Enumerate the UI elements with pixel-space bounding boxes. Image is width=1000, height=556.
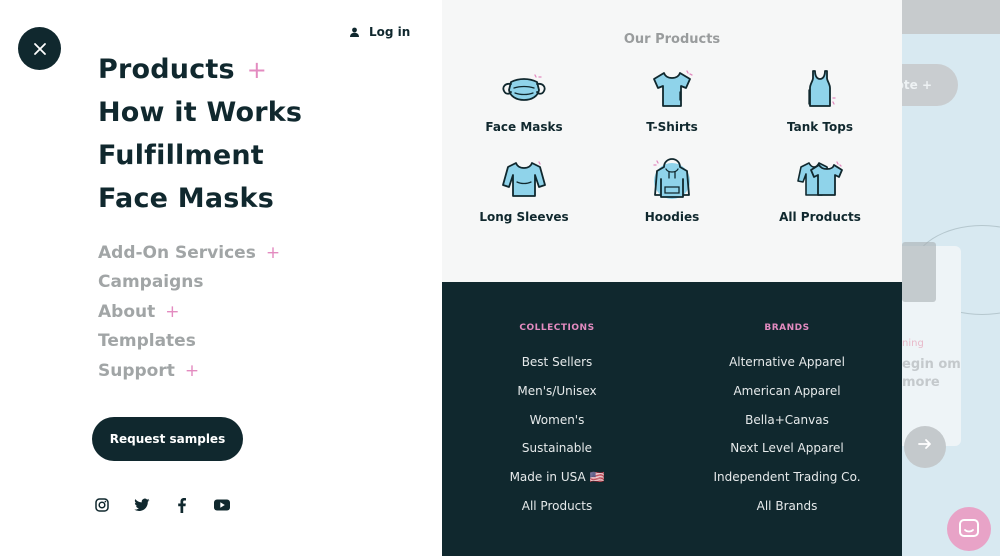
youtube-icon[interactable] xyxy=(214,497,230,513)
products-title: Our Products xyxy=(623,32,721,47)
product-long-sleeves[interactable]: Long Sleeves xyxy=(450,156,598,246)
nav-item-products[interactable]: Products + xyxy=(98,48,302,91)
product-tank-tops[interactable]: Tank Tops xyxy=(746,66,894,156)
products-grid: Face Masks T-Shirts Tank Tops Long Sleev… xyxy=(450,66,894,246)
nav-item-label: How it Works xyxy=(98,97,303,128)
collections-brands-panel: COLLECTIONS Best Sellers Men's/Unisex Wo… xyxy=(442,282,902,556)
twitter-icon[interactable] xyxy=(134,497,150,513)
product-label: Hoodies xyxy=(644,210,700,224)
login-link[interactable]: Log in xyxy=(350,24,410,40)
nav-item-fulfillment[interactable]: Fulfillment xyxy=(98,134,302,177)
nav-item-campaigns[interactable]: Campaigns xyxy=(98,268,280,298)
expand-plus-icon[interactable]: + xyxy=(247,56,267,84)
collection-link[interactable]: Made in USA 🇺🇸 xyxy=(510,463,605,492)
collection-link[interactable]: Best Sellers xyxy=(522,348,593,377)
background-quote-button: ote + xyxy=(902,64,958,106)
tank-top-icon xyxy=(793,66,847,112)
main-nav: Products + How it Works Fulfillment Face… xyxy=(98,48,302,220)
user-icon xyxy=(350,27,359,37)
nav-item-label: Face Masks xyxy=(98,183,274,214)
products-panel: Our Products Face Masks T-Shirts Tank To… xyxy=(442,0,902,282)
product-label: All Products xyxy=(779,210,861,224)
product-label: T-Shirts xyxy=(646,120,698,134)
nav-item-how-it-works[interactable]: How it Works xyxy=(98,91,302,134)
collection-link[interactable]: Men's/Unisex xyxy=(517,377,596,406)
background-page: ote + ning egin om more xyxy=(902,0,1000,556)
secondary-nav: Add-On Services + Campaigns About + Temp… xyxy=(98,238,280,386)
close-menu-button[interactable] xyxy=(18,27,61,70)
nav-item-label: Support xyxy=(98,360,175,381)
arrow-right-icon xyxy=(918,439,931,449)
brand-link[interactable]: Independent Trading Co. xyxy=(713,463,860,492)
expand-plus-icon[interactable]: + xyxy=(266,243,280,263)
collections-heading: COLLECTIONS xyxy=(519,323,595,333)
menu-left-panel: Log in Products + How it Works Fulfillme… xyxy=(0,0,442,556)
nav-item-label: Campaigns xyxy=(98,272,204,293)
nav-item-label: Products xyxy=(98,54,235,85)
collection-link[interactable]: Women's xyxy=(530,406,585,435)
collection-link[interactable]: All Products xyxy=(522,492,593,521)
instagram-icon[interactable] xyxy=(94,497,110,513)
hoodie-icon xyxy=(645,156,699,202)
face-mask-icon xyxy=(497,66,551,112)
background-card-subtitle: ning xyxy=(902,338,924,349)
brand-link[interactable]: Next Level Apparel xyxy=(730,434,843,463)
nav-item-label: About xyxy=(98,301,156,322)
nav-item-support[interactable]: Support + xyxy=(98,356,280,386)
facebook-icon[interactable] xyxy=(174,497,190,513)
product-t-shirts[interactable]: T-Shirts xyxy=(598,66,746,156)
nav-item-about[interactable]: About + xyxy=(98,297,280,327)
nav-item-templates[interactable]: Templates xyxy=(98,327,280,357)
brands-heading: BRANDS xyxy=(764,323,810,333)
brand-link[interactable]: Alternative Apparel xyxy=(729,348,845,377)
expand-plus-icon[interactable]: + xyxy=(165,302,179,322)
brand-link[interactable]: All Brands xyxy=(757,492,818,521)
nav-item-face-masks[interactable]: Face Masks xyxy=(98,177,302,220)
brands-column: BRANDS Alternative Apparel American Appa… xyxy=(672,323,902,521)
background-bag-image xyxy=(902,242,936,302)
product-label: Tank Tops xyxy=(786,120,853,134)
product-label: Face Masks xyxy=(485,120,563,134)
t-shirt-icon xyxy=(645,66,699,112)
long-sleeve-icon xyxy=(497,156,551,202)
background-card-text: egin om more xyxy=(902,357,961,390)
brand-link[interactable]: Bella+Canvas xyxy=(745,406,829,435)
social-links xyxy=(94,497,230,513)
product-face-masks[interactable]: Face Masks xyxy=(450,66,598,156)
all-products-icon xyxy=(793,156,847,202)
product-hoodies[interactable]: Hoodies xyxy=(598,156,746,246)
brand-link[interactable]: American Apparel xyxy=(733,377,840,406)
collections-column: COLLECTIONS Best Sellers Men's/Unisex Wo… xyxy=(442,323,672,521)
nav-item-label: Fulfillment xyxy=(98,140,264,171)
nav-item-add-on-services[interactable]: Add-On Services + xyxy=(98,238,280,268)
product-label: Long Sleeves xyxy=(479,210,569,224)
login-label: Log in xyxy=(369,25,411,39)
chat-launcher-button[interactable] xyxy=(947,507,991,551)
collection-link[interactable]: Sustainable xyxy=(522,434,592,463)
product-all-products[interactable]: All Products xyxy=(746,156,894,246)
nav-item-label: Templates xyxy=(98,331,196,352)
chat-icon xyxy=(959,519,979,537)
close-icon xyxy=(33,42,46,55)
background-arrow-button xyxy=(904,426,946,468)
request-samples-button[interactable]: Request samples xyxy=(92,417,243,461)
nav-item-label: Add-On Services xyxy=(98,242,256,263)
expand-plus-icon[interactable]: + xyxy=(185,361,199,381)
background-top-bar xyxy=(902,0,1000,34)
